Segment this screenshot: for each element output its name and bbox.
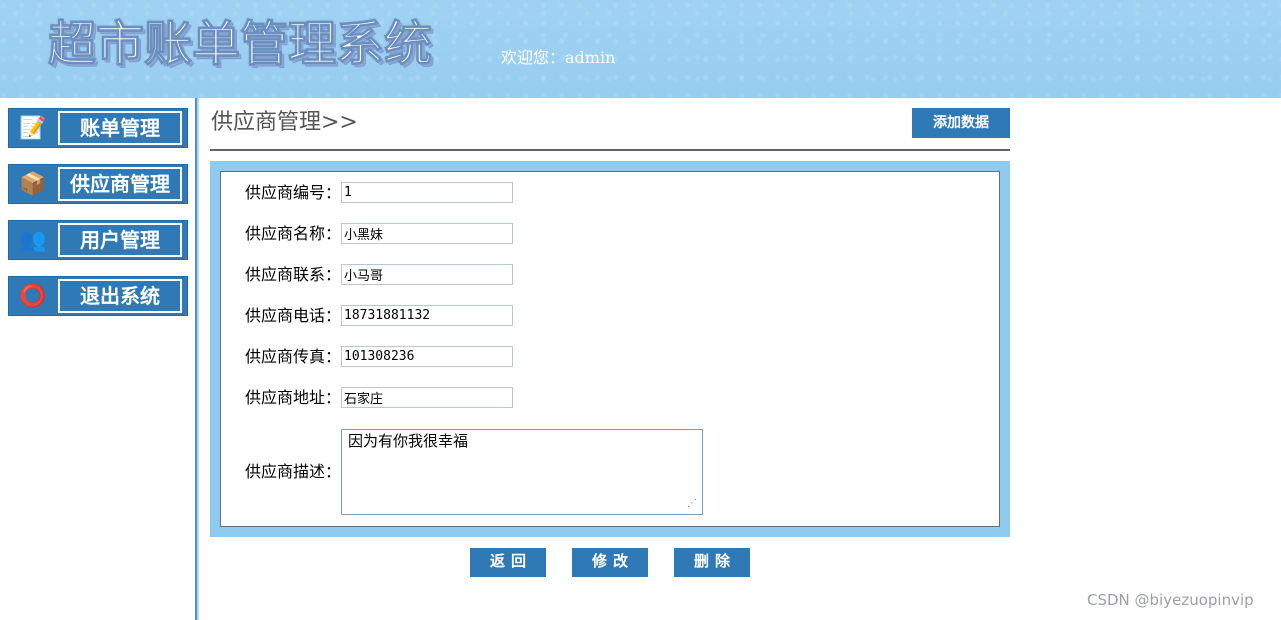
sidebar-item-label: 用户管理 bbox=[58, 223, 182, 257]
supplier-box-icon: 📦 bbox=[19, 172, 47, 197]
supplier-fax-input[interactable] bbox=[341, 346, 513, 367]
edit-button[interactable]: 修改 bbox=[572, 548, 648, 577]
sidebar-navigation: 📝 账单管理 📦 供应商管理 👥 用户管理 ⭕ 退出系统 bbox=[8, 108, 188, 332]
delete-button[interactable]: 删除 bbox=[674, 548, 750, 577]
system-title: 超市账单管理系统 bbox=[47, 16, 433, 73]
supplier-phone-label: 供应商电话： bbox=[245, 306, 342, 325]
supplier-address-input[interactable] bbox=[341, 387, 513, 408]
supplier-name-label: 供应商名称： bbox=[245, 224, 342, 243]
csdn-watermark: CSDN @biyezuopinvip bbox=[1087, 591, 1254, 609]
sidebar-item-logout[interactable]: ⭕ 退出系统 bbox=[8, 276, 188, 316]
add-data-button[interactable]: 添加数据 bbox=[912, 108, 1010, 138]
welcome-text: 欢迎您：admin bbox=[501, 48, 616, 67]
supplier-description-textarea[interactable]: 因为有你我很幸福 bbox=[341, 429, 703, 515]
sidebar-item-label: 账单管理 bbox=[58, 111, 182, 145]
supplier-contact-label: 供应商联系： bbox=[245, 265, 342, 284]
sidebar-item-label: 退出系统 bbox=[58, 279, 182, 313]
sidebar-item-bill-management[interactable]: 📝 账单管理 bbox=[8, 108, 188, 148]
lifebuoy-icon: ⭕ bbox=[19, 284, 47, 309]
supplier-contact-input[interactable] bbox=[341, 264, 513, 285]
supplier-id-label: 供应商编号： bbox=[245, 183, 342, 202]
page-title: 供应商管理>> bbox=[211, 110, 358, 135]
sidebar-item-user-management[interactable]: 👥 用户管理 bbox=[8, 220, 188, 260]
supplier-address-label: 供应商地址： bbox=[245, 388, 342, 407]
users-icon: 👥 bbox=[19, 228, 47, 253]
title-divider bbox=[210, 149, 1010, 151]
bill-edit-icon: 📝 bbox=[19, 116, 47, 141]
supplier-name-input[interactable] bbox=[341, 223, 513, 244]
header-banner: 超市账单管理系统 欢迎您：admin bbox=[0, 0, 1281, 98]
supplier-phone-input[interactable] bbox=[341, 305, 513, 326]
sidebar-item-supplier-management[interactable]: 📦 供应商管理 bbox=[8, 164, 188, 204]
supplier-description-label: 供应商描述： bbox=[245, 462, 342, 481]
supplier-id-input[interactable] bbox=[341, 182, 513, 203]
sidebar-divider bbox=[195, 98, 199, 620]
supplier-form: 供应商编号： 供应商名称： 供应商联系： 供应商电话： 供应商传真： 供应商地址… bbox=[220, 171, 1000, 527]
supplier-form-frame: 供应商编号： 供应商名称： 供应商联系： 供应商电话： 供应商传真： 供应商地址… bbox=[210, 161, 1010, 537]
supplier-fax-label: 供应商传真： bbox=[245, 347, 342, 366]
back-button[interactable]: 返回 bbox=[470, 548, 546, 577]
sidebar-item-label: 供应商管理 bbox=[58, 167, 182, 201]
